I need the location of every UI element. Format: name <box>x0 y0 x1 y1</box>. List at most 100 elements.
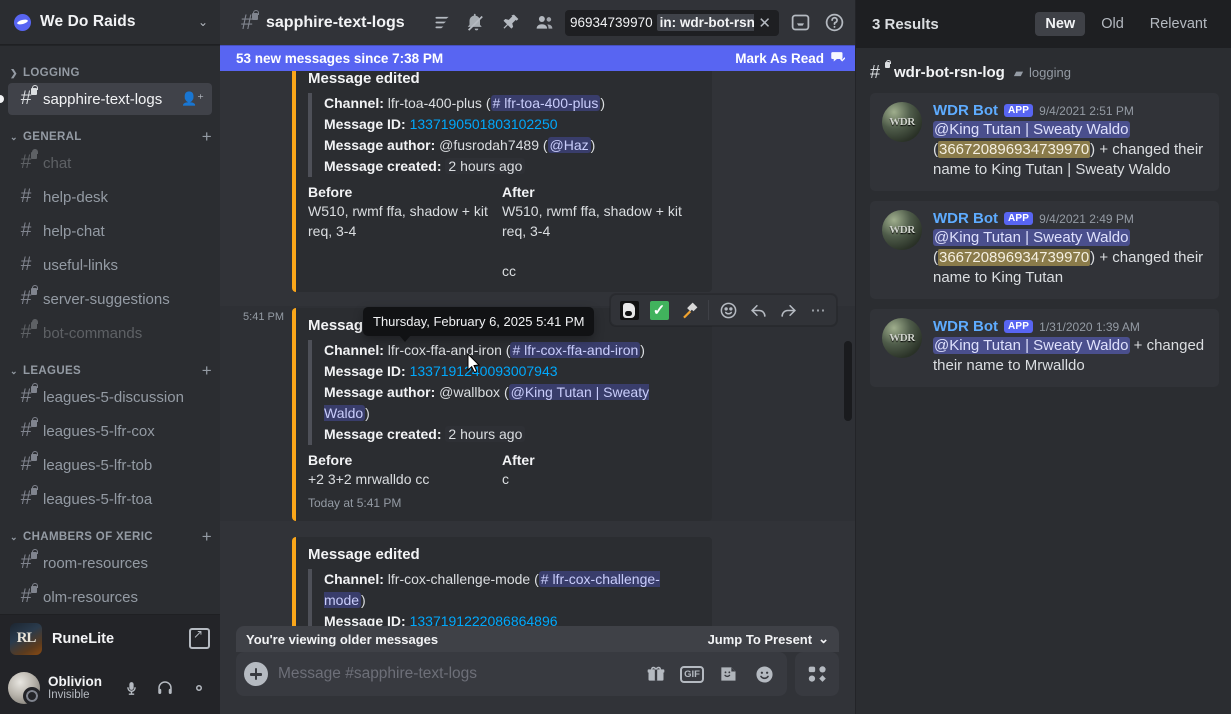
hammer-emoji-reaction-button[interactable] <box>675 296 703 324</box>
message-scrollbar-thumb[interactable] <box>844 341 852 421</box>
user-mention[interactable]: @King Tutan | Sweaty Waldo <box>933 121 1130 138</box>
after-label: After <box>502 184 535 200</box>
message-scroller[interactable]: Message edited Channel: lfr-toa-400-plus… <box>220 71 855 626</box>
mark-as-read-button[interactable]: Mark As Read <box>735 49 846 67</box>
member-list-icon[interactable] <box>531 10 557 36</box>
sidebar-item-sapphire-text-logs[interactable]: # sapphire-text-logs 👤⁺ <box>0 83 212 115</box>
user-mention[interactable]: @King Tutan | Sweaty Waldo <box>933 229 1130 246</box>
search-input[interactable]: 96934739970 in: wdr-bot-rsn-log ✕ <box>565 9 779 36</box>
user-mention[interactable]: @Haz <box>547 137 591 153</box>
close-icon[interactable]: ✕ <box>754 14 775 32</box>
message-timestamp[interactable]: 5:41 PM <box>220 311 292 323</box>
embed-field-channel: Channel: lfr-cox-ffa-and-iron (# lfr-cox… <box>324 342 645 358</box>
channel-name: useful-links <box>43 256 119 274</box>
search-result-item[interactable]: WDR WDR Bot APP 9/4/2021 2:51 PM @King T… <box>870 93 1219 191</box>
settings-gear-icon[interactable] <box>186 675 212 701</box>
category-chambers-of-xeric[interactable]: ⌄ CHAMBERS OF XERIC + <box>0 517 220 547</box>
emoji-icon[interactable] <box>751 661 777 687</box>
create-channel-icon[interactable]: + <box>202 128 212 145</box>
popout-icon[interactable] <box>189 627 210 649</box>
microphone-icon[interactable] <box>118 675 144 701</box>
channel-hash-locked-icon: # <box>16 383 38 407</box>
forward-icon[interactable] <box>774 296 802 324</box>
search-result-item[interactable]: WDR WDR Bot APP 9/4/2021 2:49 PM @King T… <box>870 201 1219 299</box>
embed-fields: Channel: lfr-toa-400-plus (# lfr-toa-400… <box>308 93 696 177</box>
field-value: @wallbox <box>439 384 501 400</box>
after-text: W510, rwmf ffa, shadow + kit req, 3-4 cc <box>502 203 682 279</box>
message-input-placeholder: Message #sapphire-text-logs <box>278 665 478 682</box>
sidebar-item-leagues-5-lfr-cox[interactable]: # leagues-5-lfr-cox <box>8 415 212 447</box>
add-reaction-icon[interactable] <box>714 296 742 324</box>
category-general[interactable]: ⌄ GENERAL + <box>0 117 220 147</box>
result-author[interactable]: WDR Bot <box>933 210 998 227</box>
after-column: After c <box>502 452 696 489</box>
create-channel-icon[interactable]: + <box>202 528 212 545</box>
tab-old[interactable]: Old <box>1091 12 1134 36</box>
reply-icon[interactable] <box>744 296 772 324</box>
threads-icon[interactable] <box>429 10 455 36</box>
message-id-link[interactable]: 1337190501803102250 <box>410 116 558 132</box>
sidebar-item-bot-commands[interactable]: # bot-commands <box>8 317 212 349</box>
channel-sidebar: We Do Raids ⌄ ❯ LOGGING # sapphire-text-… <box>0 0 220 714</box>
jump-to-present-button[interactable]: Jump To Present ⌄ <box>708 631 829 647</box>
pogchamp-emoji-reaction-button[interactable] <box>615 296 643 324</box>
pinned-messages-icon[interactable] <box>497 10 523 36</box>
category-leagues[interactable]: ⌄ LEAGUES + <box>0 351 220 381</box>
result-timestamp: 1/31/2020 1:39 AM <box>1039 319 1140 334</box>
search-results-list[interactable]: # wdr-bot-rsn-log ▰ logging WDR WDR Bot … <box>856 48 1231 714</box>
sticker-icon[interactable] <box>715 661 741 687</box>
more-icon[interactable]: ⋯ <box>804 296 832 324</box>
category-logging[interactable]: ❯ LOGGING <box>0 53 220 83</box>
message-action-toolbar[interactable]: ⋯ <box>610 294 837 326</box>
message-id-link[interactable]: 1337191222086864896 <box>410 613 558 626</box>
new-messages-banner[interactable]: 53 new messages since 7:38 PM Mark As Re… <box>220 45 855 71</box>
message-list[interactable]: Message edited Channel: lfr-toa-400-plus… <box>220 71 855 626</box>
message-row[interactable]: Message edited Channel: lfr-toa-400-plus… <box>220 71 855 292</box>
create-channel-icon[interactable]: + <box>202 362 212 379</box>
sidebar-item-chat[interactable]: # chat <box>8 147 212 179</box>
result-body: WDR Bot APP 1/31/2020 1:39 AM @King Tuta… <box>933 318 1207 376</box>
embed-title: Message edited <box>308 71 420 87</box>
message-input[interactable]: Message #sapphire-text-logs GIF <box>236 652 787 696</box>
user-mention[interactable]: @King Tutan | Sweaty Waldo <box>933 337 1130 354</box>
tab-new[interactable]: New <box>1035 12 1086 36</box>
notification-muted-icon[interactable] <box>463 10 489 36</box>
help-icon[interactable] <box>821 10 847 36</box>
channel-name: sapphire-text-logs <box>43 90 163 108</box>
gif-icon[interactable]: GIF <box>679 661 705 687</box>
sidebar-item-room-resources[interactable]: # room-resources <box>8 547 212 579</box>
message-row[interactable]: ⋯ 5:41 PM Message edited Channel: lfr-co… <box>220 294 855 521</box>
user-meta[interactable]: Oblivion Invisible <box>48 674 110 703</box>
plus-circle-icon[interactable] <box>244 662 268 686</box>
avatar[interactable] <box>8 672 41 705</box>
sidebar-item-leagues-5-discussion[interactable]: # leagues-5-discussion <box>8 381 212 413</box>
result-author[interactable]: WDR Bot <box>933 318 998 335</box>
activity-panel-runelite[interactable]: RL RuneLite <box>0 614 220 662</box>
server-header[interactable]: We Do Raids ⌄ <box>0 0 220 45</box>
sidebar-item-help-chat[interactable]: # help-chat <box>8 215 212 247</box>
channel-mention[interactable]: # lfr-cox-ffa-and-iron <box>510 342 641 358</box>
channel-mention[interactable]: # lfr-toa-400-plus <box>490 95 601 111</box>
message-id-link[interactable]: 1337191240093007943 <box>410 363 558 379</box>
chevron-down-icon[interactable]: ⌄ <box>198 16 208 28</box>
message-row[interactable]: Message edited Channel: lfr-cox-challeng… <box>220 535 855 626</box>
result-channel-header[interactable]: # wdr-bot-rsn-log ▰ logging <box>870 59 1219 83</box>
headphones-icon[interactable] <box>152 675 178 701</box>
white-check-mark-emoji-reaction-button[interactable] <box>645 296 673 324</box>
sidebar-item-leagues-5-lfr-tob[interactable]: # leagues-5-lfr-tob <box>8 449 212 481</box>
add-member-icon[interactable]: 👤⁺ <box>181 91 204 107</box>
sidebar-item-leagues-5-lfr-toa[interactable]: # leagues-5-lfr-toa <box>8 483 212 515</box>
apps-icon[interactable] <box>795 652 839 696</box>
inbox-icon[interactable] <box>787 10 813 36</box>
sidebar-item-server-suggestions[interactable]: # server-suggestions <box>8 283 212 315</box>
result-author[interactable]: WDR Bot <box>933 102 998 119</box>
channel-list[interactable]: ❯ LOGGING # sapphire-text-logs 👤⁺ ⌄ GENE… <box>0 45 220 614</box>
search-result-item[interactable]: WDR WDR Bot APP 1/31/2020 1:39 AM @King … <box>870 309 1219 387</box>
sidebar-item-useful-links[interactable]: # useful-links <box>8 249 212 281</box>
tab-relevant[interactable]: Relevant <box>1140 12 1217 36</box>
gift-icon[interactable] <box>643 661 669 687</box>
server-boost-badge-icon <box>14 13 31 31</box>
sidebar-item-olm-resources[interactable]: # olm-resources <box>8 581 212 613</box>
relative-time: 2 hours ago <box>445 426 526 442</box>
sidebar-item-help-desk[interactable]: # help-desk <box>8 181 212 213</box>
